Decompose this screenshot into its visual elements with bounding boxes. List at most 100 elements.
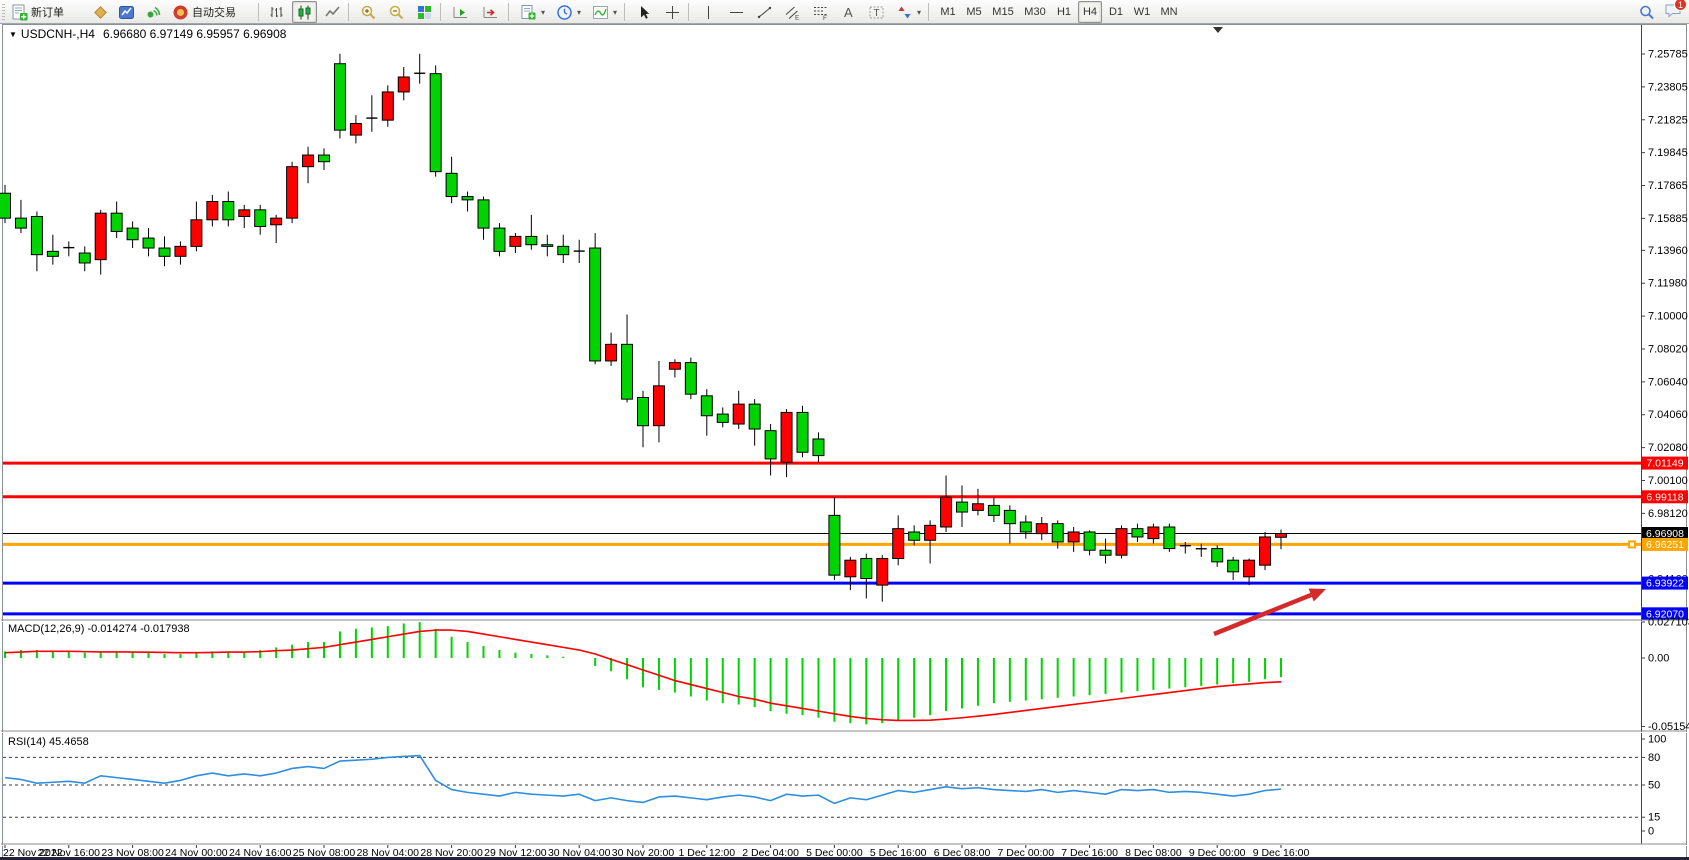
toolbar-separator: [928, 3, 929, 21]
line-chart-mode-button[interactable]: [320, 1, 345, 23]
text-tool-button[interactable]: A: [836, 1, 861, 23]
svg-text:15: 15: [1648, 812, 1660, 824]
toolbar-separator: [348, 3, 349, 21]
svg-text:6.93922: 6.93922: [1646, 578, 1684, 590]
toolbar-separator: [258, 3, 259, 21]
signals-icon: [144, 4, 161, 21]
timeframe-label: H1: [1057, 6, 1071, 18]
svg-text:T: T: [874, 8, 880, 19]
cursor-icon: [636, 4, 653, 21]
tile-windows-icon: [416, 4, 433, 21]
tile-windows-button[interactable]: [412, 1, 437, 23]
timeframe-button-d1[interactable]: D1: [1104, 1, 1128, 23]
new-order-button[interactable]: 新订单: [7, 1, 68, 23]
svg-text:30 Nov 20:00: 30 Nov 20:00: [612, 847, 675, 859]
ohlc-bars-icon: [268, 4, 285, 21]
timeframe-button-m30[interactable]: M30: [1020, 1, 1050, 23]
timeframe-button-w1[interactable]: W1: [1130, 1, 1154, 23]
svg-text:24 Nov 16:00: 24 Nov 16:00: [229, 847, 292, 859]
zoom-out-icon: [388, 4, 405, 21]
svg-text:7.06040: 7.06040: [1648, 376, 1688, 388]
chart-shift-button[interactable]: [478, 1, 503, 23]
svg-text:7.17865: 7.17865: [1648, 180, 1688, 192]
price-chart-canvas[interactable]: 7.257857.238057.218257.198457.178657.158…: [0, 0, 1689, 860]
search-button[interactable]: [1634, 1, 1659, 23]
timeframe-label: M15: [992, 6, 1013, 18]
toolbar-separator: [508, 3, 509, 21]
svg-text:7.11980: 7.11980: [1648, 278, 1687, 290]
profiles-button[interactable]: ▾: [552, 1, 585, 23]
line-chart-icon: [324, 4, 341, 21]
timeframe-label: M30: [1024, 6, 1045, 18]
toolbar-separator: [624, 3, 625, 21]
svg-text:7 Dec 00:00: 7 Dec 00:00: [997, 847, 1054, 859]
svg-text:0.027103: 0.027103: [1648, 617, 1689, 629]
market-button[interactable]: [114, 1, 139, 23]
svg-text:5 Dec 00:00: 5 Dec 00:00: [806, 847, 863, 859]
crosshair-tool-button[interactable]: [660, 1, 685, 23]
svg-text:7.19845: 7.19845: [1648, 147, 1688, 159]
text-icon: A: [840, 4, 857, 21]
indicators-button[interactable]: ▾: [588, 1, 621, 23]
clock-icon: [556, 4, 573, 21]
svg-text:5 Dec 16:00: 5 Dec 16:00: [870, 847, 927, 859]
svg-text:6.99118: 6.99118: [1646, 491, 1683, 503]
svg-text:29 Nov 12:00: 29 Nov 12:00: [484, 847, 547, 859]
timeframe-button-m1[interactable]: M1: [936, 1, 960, 23]
trendline-tool-button[interactable]: [752, 1, 777, 23]
svg-text:22 Nov 16:00: 22 Nov 16:00: [38, 847, 101, 859]
vertical-line-icon: [700, 4, 717, 21]
svg-text:A: A: [844, 5, 853, 20]
new-order-label: 新订单: [31, 4, 64, 20]
timeframe-label: W1: [1134, 6, 1151, 18]
timeframe-label: D1: [1109, 6, 1123, 18]
bar-chart-mode-button[interactable]: [264, 1, 289, 23]
auto-trading-button[interactable]: 自动交易: [168, 1, 240, 23]
new-chart-button[interactable]: ▾: [516, 1, 549, 23]
toolbar-grip[interactable]: [2, 4, 5, 20]
chevron-down-icon: ▾: [917, 8, 921, 17]
svg-text:7.10000: 7.10000: [1648, 311, 1688, 323]
candlestick-mode-button[interactable]: [292, 1, 317, 23]
timeframe-button-m15[interactable]: M15: [988, 1, 1018, 23]
svg-text:24 Nov 00:00: 24 Nov 00:00: [165, 847, 228, 859]
timeframe-button-h1[interactable]: H1: [1052, 1, 1076, 23]
svg-text:80: 80: [1648, 752, 1660, 764]
svg-text:9 Dec 16:00: 9 Dec 16:00: [1253, 847, 1310, 859]
channel-tool-button[interactable]: E: [780, 1, 805, 23]
svg-text:25 Nov 08:00: 25 Nov 08:00: [293, 847, 356, 859]
zoom-out-button[interactable]: [384, 1, 409, 23]
toolbar-separator: [688, 3, 689, 21]
svg-text:E: E: [795, 14, 800, 21]
arrows-tool-button[interactable]: ▾: [892, 1, 925, 23]
timeframe-button-m5[interactable]: M5: [962, 1, 986, 23]
horizontal-line-tool-button[interactable]: [724, 1, 749, 23]
trendline-icon: [756, 4, 773, 21]
horizontal-line-icon: [728, 4, 745, 21]
zoom-in-button[interactable]: [356, 1, 381, 23]
notifications-button[interactable]: 1: [1660, 1, 1686, 23]
signals-button[interactable]: [140, 1, 165, 23]
svg-text:100: 100: [1648, 734, 1666, 746]
svg-text:8 Dec 08:00: 8 Dec 08:00: [1125, 847, 1182, 859]
chart-shift-icon: [482, 4, 499, 21]
fibonacci-tool-button[interactable]: F: [808, 1, 833, 23]
svg-text:7.23805: 7.23805: [1648, 81, 1688, 93]
indicators-icon: [592, 4, 609, 21]
mql5-button[interactable]: [88, 1, 113, 23]
text-label-tool-button[interactable]: T: [864, 1, 889, 23]
toolbar-separator: [440, 3, 441, 21]
svg-text:7.13960: 7.13960: [1648, 245, 1688, 257]
notification-badge: 1: [1674, 0, 1687, 11]
chevron-down-icon: ▾: [541, 8, 545, 17]
timeframe-button-h4[interactable]: H4: [1078, 1, 1102, 23]
svg-text:28 Nov 04:00: 28 Nov 04:00: [357, 847, 420, 859]
svg-text:7 Dec 16:00: 7 Dec 16:00: [1061, 847, 1118, 859]
svg-text:1 Dec 12:00: 1 Dec 12:00: [678, 847, 735, 859]
timeframe-button-mn[interactable]: MN: [1156, 1, 1182, 23]
cursor-tool-button[interactable]: [632, 1, 657, 23]
auto-scroll-button[interactable]: [448, 1, 473, 23]
svg-text:6.96251: 6.96251: [1646, 539, 1684, 551]
auto-trading-icon: [172, 4, 189, 21]
vertical-line-tool-button[interactable]: [696, 1, 721, 23]
